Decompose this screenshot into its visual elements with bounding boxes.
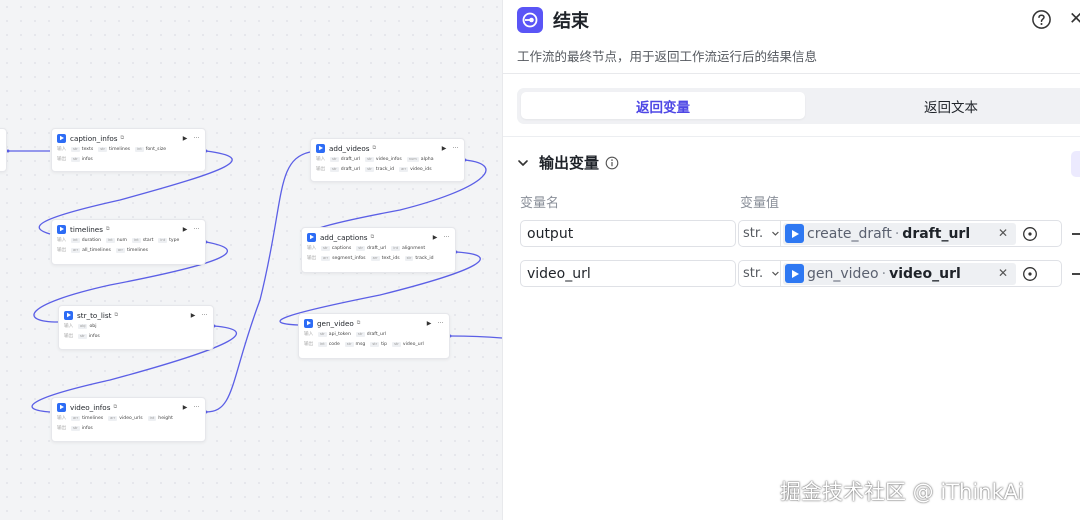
plugin-icon xyxy=(57,224,66,234)
type-select[interactable]: str. xyxy=(739,221,781,246)
divider xyxy=(503,73,1080,74)
more-icon[interactable]: ··· xyxy=(201,312,208,319)
watermark: 掘金技术社区 @ iThinkAi xyxy=(780,480,1024,504)
add-variable-button[interactable] xyxy=(1071,151,1080,177)
tab-bar: 返回变量 返回文本 xyxy=(517,88,1080,124)
run-icon[interactable]: ▶ xyxy=(183,404,188,411)
copy-icon[interactable]: ⧉ xyxy=(121,135,125,141)
more-icon[interactable]: ··· xyxy=(193,135,200,142)
edge-videoinfos-to-addvideos xyxy=(205,151,311,413)
plugin-icon xyxy=(316,143,325,153)
offscreen-node[interactable] xyxy=(0,128,7,172)
end-node-panel: 结束 ✕ 工作流的最终节点，用于返回工作流运行后的结果信息 返回变量 返回文本 … xyxy=(502,0,1080,520)
help-icon[interactable] xyxy=(1031,9,1052,30)
node-add-captions[interactable]: add_captions ⧉ ▶ ··· 输入 str captions str d… xyxy=(301,227,456,273)
copy-icon[interactable]: ⧉ xyxy=(371,234,375,240)
copy-icon[interactable]: ⧉ xyxy=(106,226,110,232)
panel-title: 结束 xyxy=(553,11,589,32)
node-str-to-list[interactable]: str_to_list ⧉ ▶ ··· 输入 obj obj 输出 str info… xyxy=(58,305,214,350)
node-outputs-row: 输出 str draft_url str track_id arr video_ids xyxy=(316,166,432,172)
plugin-icon xyxy=(307,232,316,242)
run-icon[interactable]: ▶ xyxy=(191,312,196,319)
more-icon[interactable]: ··· xyxy=(443,234,450,241)
node-inputs-row: 输入 arr timelines arr video_urls int height xyxy=(57,415,173,421)
node-title: add_videos xyxy=(329,143,370,153)
copy-icon[interactable]: ⧉ xyxy=(373,145,377,151)
node-title: str_to_list xyxy=(77,310,112,320)
run-icon[interactable]: ▶ xyxy=(183,226,188,233)
node-inputs-row: 输入 obj obj xyxy=(64,323,97,329)
chevron-down-icon xyxy=(772,231,779,236)
copy-icon[interactable]: ⧉ xyxy=(114,312,118,318)
node-gen-video[interactable]: gen_video ⧉ ▶ ··· 输入 str api_token str dra… xyxy=(298,313,450,359)
variable-reference[interactable]: gen_video · video_url ✕ xyxy=(783,262,1016,285)
node-video-infos[interactable]: video_infos ⧉ ▶ ··· 输入 arr timelines arr v… xyxy=(51,397,206,442)
type-select[interactable]: str. xyxy=(739,261,781,286)
node-outputs-row: 输出 str infos xyxy=(64,333,100,339)
more-icon[interactable]: ··· xyxy=(452,145,459,152)
node-timelines[interactable]: timelines ⧉ ▶ ··· 输入 int duration int num … xyxy=(51,219,206,265)
divider xyxy=(503,136,1080,137)
variable-reference[interactable]: create_draft · draft_url ✕ xyxy=(783,222,1016,245)
plugin-icon xyxy=(64,310,73,320)
node-add-videos[interactable]: add_videos ⧉ ▶ ··· 输入 str draft_url str vi… xyxy=(310,138,465,182)
tab-return-variables[interactable]: 返回变量 xyxy=(521,92,805,119)
node-inputs-row: 输入 str api_token str draft_url xyxy=(304,331,387,337)
more-icon[interactable]: ··· xyxy=(193,404,200,411)
copy-icon[interactable]: ⧉ xyxy=(357,320,361,326)
copy-icon[interactable]: ⧉ xyxy=(113,404,117,410)
node-outputs-row: 输出 arr all_timelines arr timelines xyxy=(57,247,149,253)
node-outputs-row: 输出 str infos xyxy=(57,425,93,431)
node-title: add_captions xyxy=(320,232,368,242)
info-icon[interactable] xyxy=(605,156,619,170)
tab-return-text[interactable]: 返回文本 xyxy=(809,92,1080,119)
clear-icon[interactable]: ✕ xyxy=(998,266,1008,280)
node-title: video_infos xyxy=(70,402,111,412)
edge-genvideo-to-end xyxy=(449,335,502,339)
variable-name-input[interactable]: output xyxy=(520,220,736,247)
plugin-icon xyxy=(57,133,66,143)
variable-picker-icon[interactable] xyxy=(1022,266,1038,282)
node-outputs-row: 输出 str infos xyxy=(57,156,93,162)
more-icon[interactable]: ··· xyxy=(437,320,444,327)
variable-value-field: str. gen_video · video_url ✕ xyxy=(738,260,1062,287)
run-icon[interactable]: ▶ xyxy=(433,234,438,241)
remove-variable-icon[interactable] xyxy=(1072,273,1080,275)
panel-description: 工作流的最终节点，用于返回工作流运行后的结果信息 xyxy=(517,49,818,64)
column-header-value: 变量值 xyxy=(740,196,780,211)
clear-icon[interactable]: ✕ xyxy=(998,226,1008,240)
run-icon[interactable]: ▶ xyxy=(427,320,432,327)
node-inputs-row: 输入 str texts str timelines int font_size xyxy=(57,146,167,152)
column-header-name: 变量名 xyxy=(520,196,560,211)
node-title: timelines xyxy=(70,224,103,234)
chevron-down-icon[interactable] xyxy=(517,157,529,169)
plugin-icon xyxy=(785,224,804,243)
node-outputs-row: 输出 int code str msg str tip str video_url xyxy=(304,341,424,347)
node-inputs-row: 输入 str draft_url str video_infos num alpha xyxy=(316,156,434,162)
plugin-icon xyxy=(785,264,804,283)
output-variables-section-header[interactable]: 输出变量 xyxy=(517,152,619,173)
node-outputs-row: 输出 arr segment_infos arr text_ids str track… xyxy=(307,255,434,261)
panel-header: 结束 xyxy=(517,7,589,33)
run-icon[interactable]: ▶ xyxy=(183,135,188,142)
variable-picker-icon[interactable] xyxy=(1022,226,1038,242)
plugin-icon xyxy=(57,402,66,412)
workflow-canvas[interactable]: caption_infos ⧉ ▶ ··· 输入 str texts str tim… xyxy=(0,0,502,520)
run-icon[interactable]: ▶ xyxy=(442,145,447,152)
node-caption-infos[interactable]: caption_infos ⧉ ▶ ··· 输入 str texts str tim… xyxy=(51,128,206,172)
remove-variable-icon[interactable] xyxy=(1072,233,1080,235)
node-title: caption_infos xyxy=(70,133,118,143)
end-node-icon xyxy=(517,7,543,33)
node-title: gen_video xyxy=(317,318,354,328)
node-inputs-row: 输入 str captions str draft_url int alignment xyxy=(307,245,426,251)
plugin-icon xyxy=(304,318,313,328)
chevron-down-icon xyxy=(772,271,779,276)
close-icon[interactable]: ✕ xyxy=(1069,11,1080,28)
section-title: 输出变量 xyxy=(539,154,600,172)
more-icon[interactable]: ··· xyxy=(193,226,200,233)
variable-value-field: str. create_draft · draft_url ✕ xyxy=(738,220,1062,247)
variable-name-input[interactable]: video_url xyxy=(520,260,736,287)
node-inputs-row: 输入 int duration int num int start int type xyxy=(57,237,180,243)
